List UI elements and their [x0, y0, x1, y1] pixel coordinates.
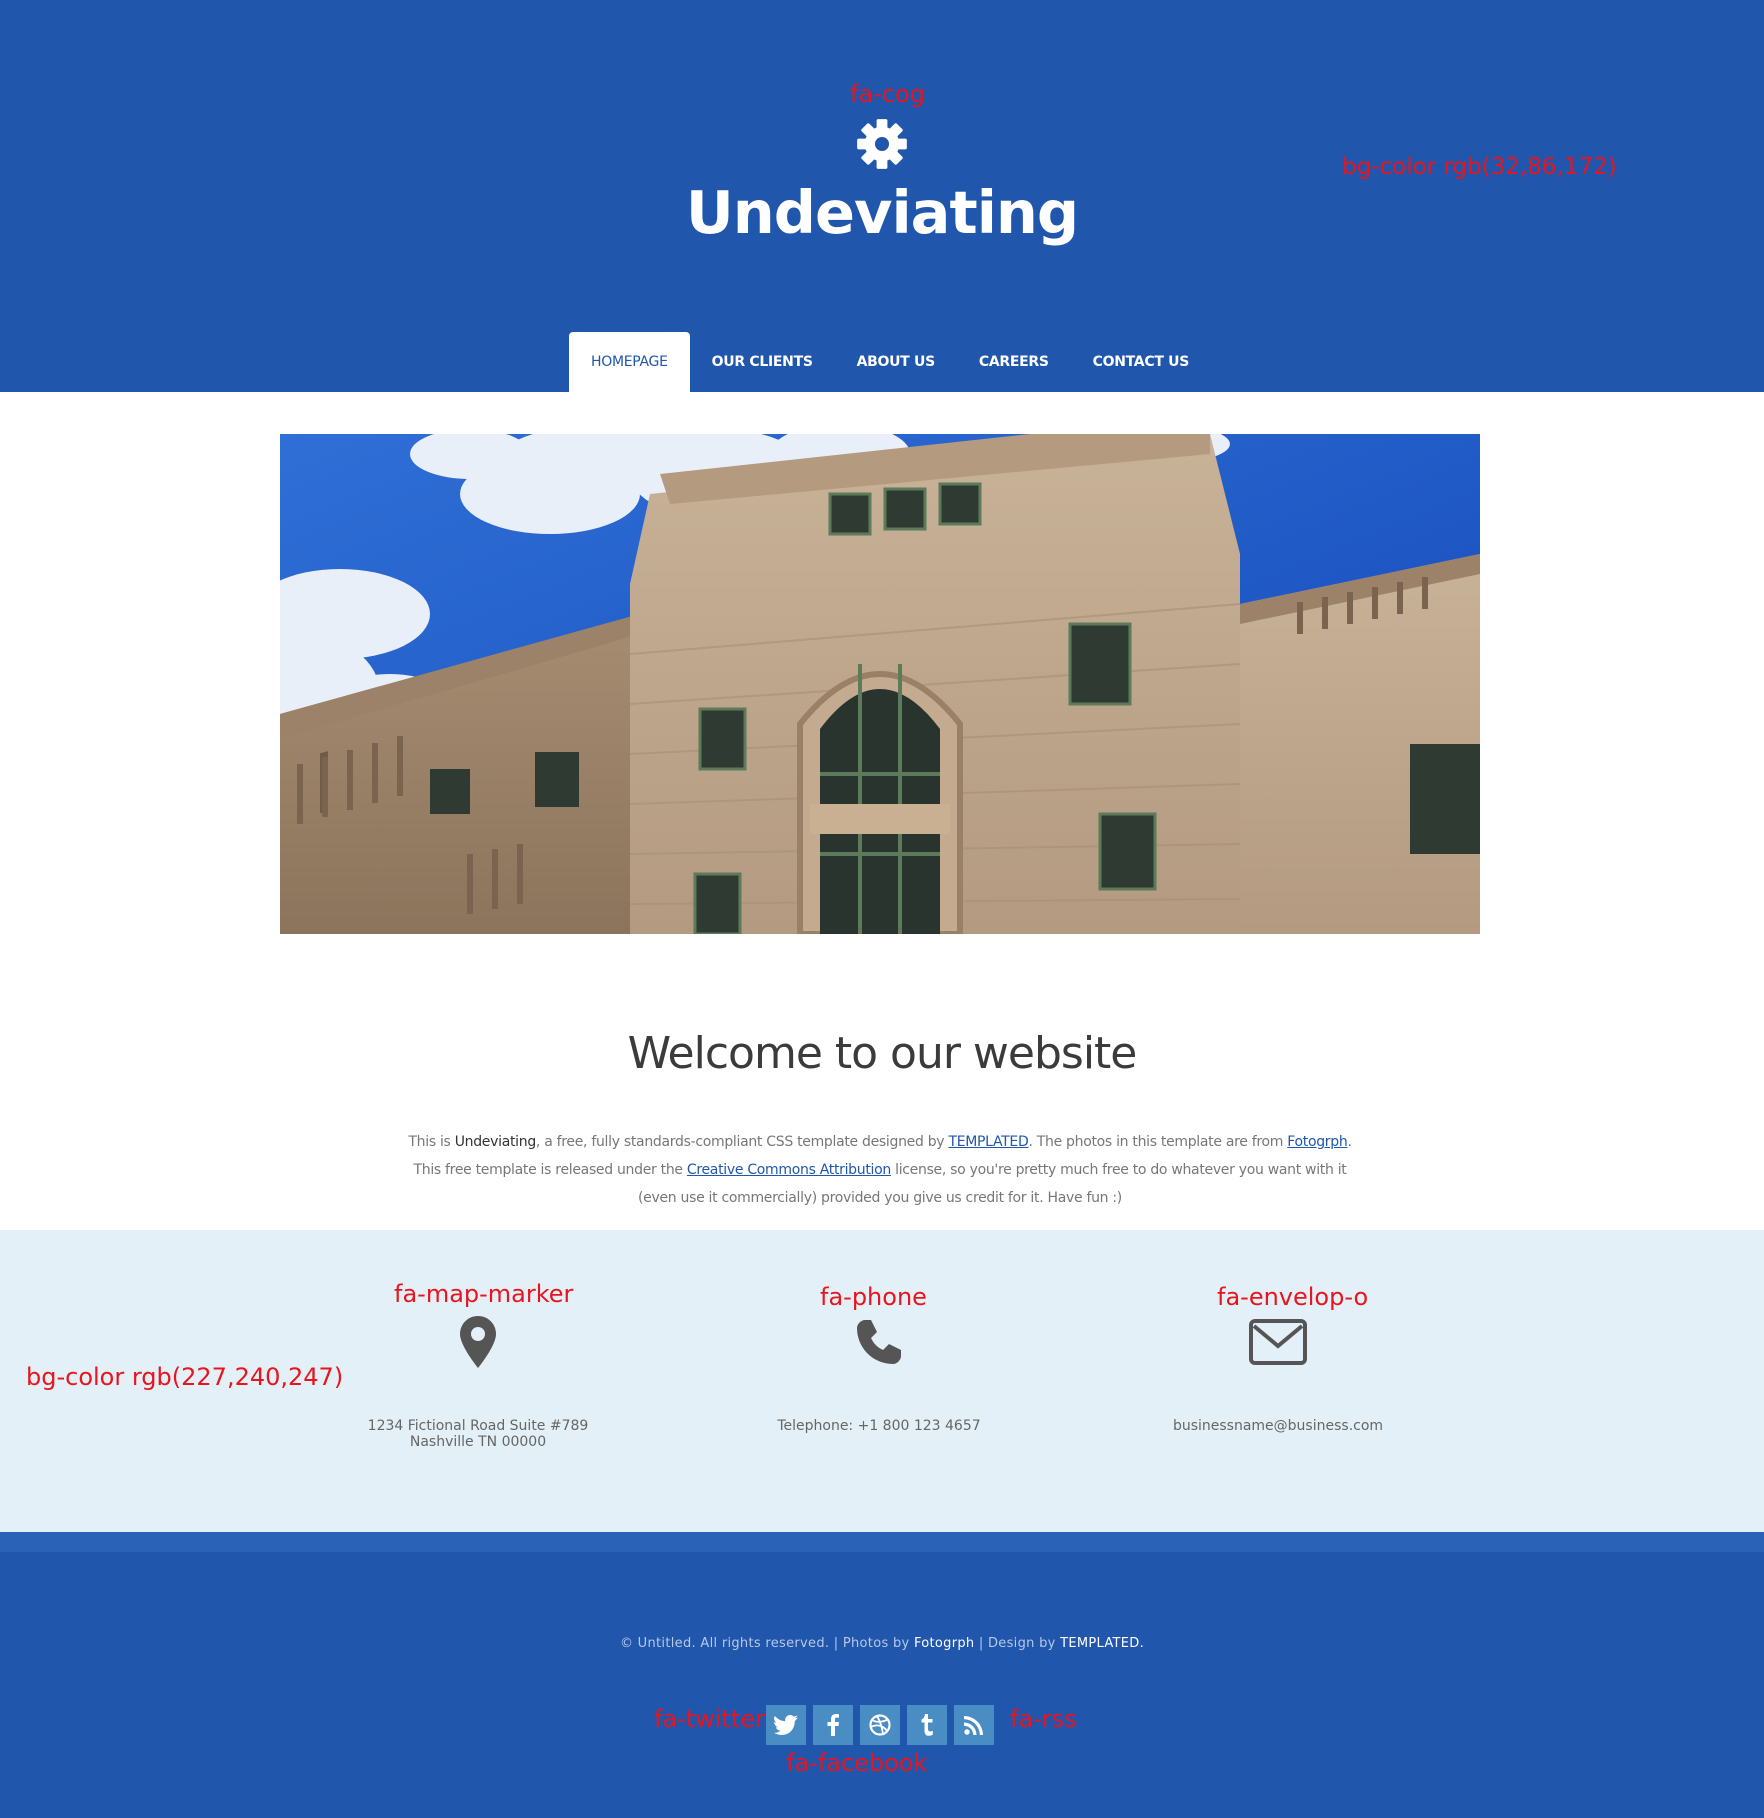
nav-item-homepage[interactable]: HOMEPAGE	[569, 332, 690, 392]
twitter-icon	[774, 1715, 798, 1735]
annotation-facebook: fa-facebook	[786, 1749, 928, 1777]
text-segment: This free template is released under the	[413, 1162, 687, 1178]
rss-button[interactable]	[954, 1705, 994, 1745]
envelope-icon	[1249, 1319, 1307, 1365]
templated-credit-link[interactable]: TEMPLATED.	[1060, 1636, 1144, 1651]
text-segment: , a free, fully standards-compliant CSS …	[535, 1134, 949, 1150]
footer-stripe	[0, 1532, 1764, 1552]
annotation-header-bg: bg-color rgb(32,86,172)	[1342, 154, 1617, 180]
annotation-map-marker: fa-map-marker	[394, 1280, 574, 1308]
welcome-line-3: (even use it commercially) provided you …	[638, 1190, 1122, 1206]
twitter-button[interactable]	[766, 1705, 806, 1745]
text-segment: © Untitled. All rights reserved. | Photo…	[619, 1636, 914, 1651]
creative-commons-link[interactable]: Creative Commons Attribution	[687, 1162, 891, 1178]
cog-icon	[857, 119, 907, 169]
address-text: 1234 Fictional Road Suite #789 Nashville…	[278, 1418, 678, 1450]
welcome-heading: Welcome to our website	[627, 1028, 1138, 1079]
main-nav: HOMEPAGE OUR CLIENTS ABOUT US CAREERS CO…	[569, 332, 1211, 392]
welcome-paragraph: This is Undeviating, a free, fully stand…	[320, 1128, 1440, 1212]
site-name-text: Undeviating	[454, 1134, 537, 1150]
dribbble-icon	[869, 1714, 891, 1736]
annotation-cog: fa-cog	[850, 80, 925, 108]
copyright-text: © Untitled. All rights reserved. | Photo…	[0, 1636, 1764, 1651]
tumblr-button[interactable]	[907, 1705, 947, 1745]
site-title: Undeviating	[685, 178, 1079, 247]
fotogrph-credit-link[interactable]: Fotogrph	[914, 1636, 975, 1651]
map-marker-icon	[460, 1316, 496, 1368]
phone-icon	[857, 1320, 901, 1364]
welcome-line-1: This is Undeviating, a free, fully stand…	[320, 1128, 1440, 1156]
address-line-2: Nashville TN 00000	[409, 1434, 547, 1450]
dribbble-button[interactable]	[860, 1705, 900, 1745]
annotation-phone: fa-phone	[820, 1283, 927, 1311]
site-footer: © Untitled. All rights reserved. | Photo…	[0, 1552, 1764, 1818]
annotation-twitter: fa-twitter	[654, 1705, 765, 1733]
text-segment: | Design by	[974, 1636, 1061, 1651]
annotation-contact-bg: bg-color rgb(227,240,247)	[26, 1363, 344, 1391]
text-segment: license, so you're pretty much free to d…	[890, 1162, 1347, 1178]
facebook-button[interactable]	[813, 1705, 853, 1745]
annotation-envelope: fa-envelop-o	[1217, 1283, 1369, 1311]
building-photo	[280, 434, 1480, 934]
address-line-1: 1234 Fictional Road Suite #789	[367, 1418, 589, 1434]
text-segment: . The photos in this template are from	[1028, 1134, 1288, 1150]
social-links	[766, 1705, 994, 1745]
annotation-rss: fa-rss	[1010, 1705, 1077, 1733]
welcome-line-2: This free template is released under the…	[320, 1156, 1440, 1184]
site-header: Undeviating HOMEPAGE OUR CLIENTS ABOUT U…	[0, 0, 1764, 392]
email-text: businessname@business.com	[1172, 1418, 1384, 1434]
nav-item-about-us[interactable]: ABOUT US	[835, 332, 957, 392]
text-segment: .	[1347, 1134, 1352, 1150]
text-segment: This is	[408, 1134, 455, 1150]
phone-text: Telephone: +1 800 123 4657	[777, 1418, 981, 1434]
facebook-icon	[827, 1714, 839, 1736]
tumblr-icon	[921, 1714, 933, 1736]
banner-image	[280, 434, 1480, 934]
rss-icon	[964, 1716, 983, 1735]
nav-item-contact-us[interactable]: CONTACT US	[1071, 332, 1211, 392]
fotogrph-link[interactable]: Fotogrph	[1287, 1134, 1347, 1150]
templated-link[interactable]: TEMPLATED	[948, 1134, 1028, 1150]
nav-item-careers[interactable]: CAREERS	[957, 332, 1071, 392]
nav-item-our-clients[interactable]: OUR CLIENTS	[690, 332, 835, 392]
